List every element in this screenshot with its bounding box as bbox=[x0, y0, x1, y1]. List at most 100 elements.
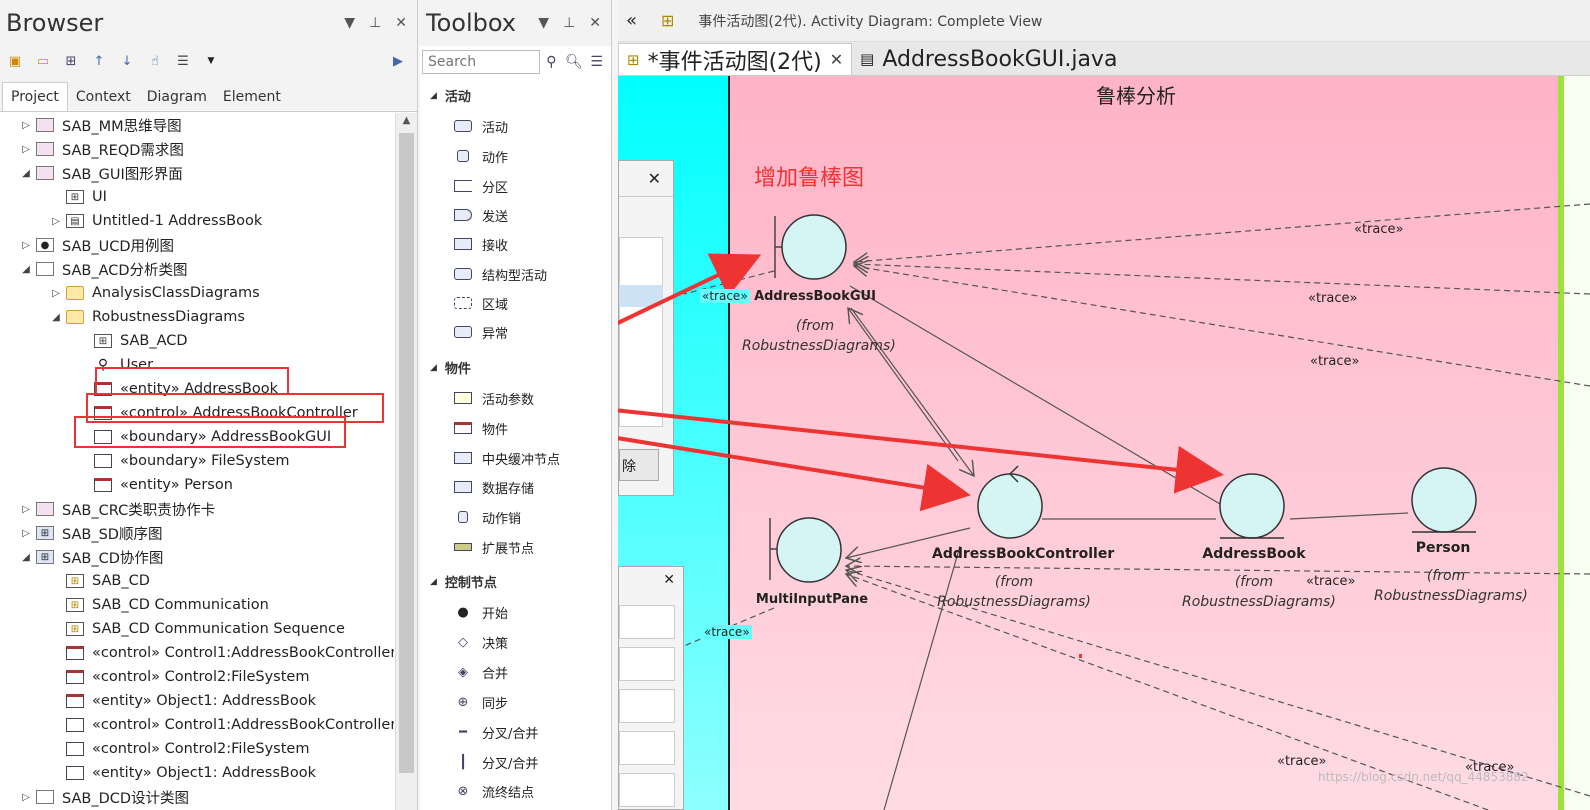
find-icon[interactable]: 🔍︎ bbox=[563, 54, 586, 70]
tree-scrollbar[interactable]: ▲ bbox=[395, 113, 417, 810]
tree-item[interactable]: ▷ SAB_REQD需求图 bbox=[20, 137, 184, 161]
toolbox-item[interactable]: 动作销 bbox=[454, 505, 521, 529]
expand-arrow-icon[interactable]: ▷ bbox=[20, 120, 32, 131]
toolbox-item[interactable]: 扩展节点 bbox=[454, 535, 534, 559]
tree-item[interactable]: ◢ RobustnessDiagrams bbox=[50, 305, 245, 329]
expand-arrow-icon[interactable]: ▷ bbox=[20, 240, 32, 251]
toolbox-item[interactable]: ⊕ 同步 bbox=[454, 690, 508, 714]
tree-item[interactable]: ◢ ⊞ SAB_CD协作图 bbox=[20, 545, 163, 569]
collapse-arrow-icon[interactable]: ◢ bbox=[20, 264, 32, 275]
expand-arrow-icon[interactable]: ▷ bbox=[20, 504, 32, 515]
tree-item[interactable]: ⊞ SAB_CD bbox=[50, 569, 150, 593]
tab-project[interactable]: Project bbox=[2, 82, 68, 111]
toolbox-item[interactable]: 接收 bbox=[454, 232, 508, 256]
toolbox-item[interactable]: 分区 bbox=[454, 174, 508, 198]
tree-item[interactable]: «control» Control1:AddressBookController bbox=[50, 713, 394, 737]
expand-right-icon[interactable]: ▶ bbox=[389, 52, 407, 70]
toolbox-item[interactable]: 活动参数 bbox=[454, 386, 534, 410]
toolbox-item[interactable]: ⊗ 流终结点 bbox=[454, 779, 534, 803]
element-name[interactable]: AddressBook bbox=[1202, 546, 1306, 562]
trace-label[interactable]: «trace» bbox=[1310, 354, 1359, 369]
pin-icon[interactable]: ⊥ bbox=[369, 15, 381, 31]
element-name[interactable]: AddressBookGUI bbox=[754, 289, 876, 304]
tree-item[interactable]: ◢ SAB_GUI图形界面 bbox=[20, 161, 183, 185]
double-chevron-left-icon[interactable]: « bbox=[626, 10, 637, 31]
trace-label[interactable]: «trace» bbox=[1277, 754, 1326, 769]
tree-item[interactable]: ▷ ▤ Untitled-1 AddressBook bbox=[50, 209, 262, 233]
toolbox-item[interactable]: ┃ 分叉/合并 bbox=[454, 750, 538, 774]
move-up-icon[interactable]: ↑ bbox=[90, 52, 108, 70]
toolbox-item[interactable]: 区域 bbox=[454, 291, 508, 315]
tree-item[interactable]: ⊞ SAB_ACD bbox=[78, 329, 188, 353]
toolbox-item[interactable]: ━ 分叉/合并 bbox=[454, 720, 538, 744]
toolbox-item[interactable]: 结构型活动 bbox=[454, 262, 547, 286]
tree-item[interactable]: ▷ ● SAB_UCD用例图 bbox=[20, 233, 174, 257]
expand-arrow-icon[interactable]: ▷ bbox=[50, 216, 62, 227]
tree-item[interactable]: ▷ ⊞ SAB_SD顺序图 bbox=[20, 521, 162, 545]
expand-arrow-icon[interactable]: ▷ bbox=[50, 288, 62, 299]
toolbox-section-activity[interactable]: ◢ 活动 bbox=[430, 86, 471, 105]
toolbox-item[interactable]: 中央缓冲节点 bbox=[454, 446, 560, 470]
tree-item[interactable]: ♀ User bbox=[78, 353, 153, 377]
element-name[interactable]: MultiInputPane bbox=[752, 592, 872, 607]
close-icon[interactable]: ✕ bbox=[589, 15, 601, 31]
locate-icon[interactable]: ☝ bbox=[146, 52, 164, 70]
toolbox-item[interactable]: 数据存储 bbox=[454, 475, 534, 499]
control-addressbookcontroller[interactable] bbox=[977, 465, 1043, 539]
folder-icon[interactable]: ▭ bbox=[34, 52, 52, 70]
toolbox-item[interactable]: ◈ 合并 bbox=[454, 660, 508, 684]
collapse-arrow-icon[interactable]: ◢ bbox=[20, 552, 32, 563]
new-package-icon[interactable]: ▣ bbox=[6, 52, 24, 70]
collapse-arrow-icon[interactable]: ◢ bbox=[20, 168, 32, 179]
tree-item[interactable]: ▷ AnalysisClassDiagrams bbox=[50, 281, 260, 305]
tree-item[interactable]: ⊞ SAB_CD Communication bbox=[50, 593, 269, 617]
tree-item[interactable]: ▷ SAB_CRC类职责协作卡 bbox=[20, 497, 215, 521]
tree-item[interactable]: «entity» Object1: AddressBook bbox=[50, 761, 316, 785]
expand-arrow-icon[interactable]: ▷ bbox=[20, 528, 32, 539]
tree-item[interactable]: ◢ SAB_ACD分析类图 bbox=[20, 257, 188, 281]
collapse-arrow-icon[interactable]: ◢ bbox=[430, 363, 437, 373]
scroll-up-icon[interactable]: ▲ bbox=[396, 115, 417, 126]
dropdown-icon[interactable]: ▼ bbox=[538, 15, 549, 31]
search-icon[interactable]: ⚲ bbox=[540, 54, 563, 70]
expand-arrow-icon[interactable]: ▷ bbox=[20, 792, 32, 803]
trace-label[interactable]: «trace» bbox=[1354, 222, 1403, 237]
tab-diagram[interactable]: Diagram bbox=[139, 83, 215, 111]
toolbox-item[interactable]: ◇ 决策 bbox=[454, 630, 508, 654]
expand-arrow-icon[interactable]: ▷ bbox=[20, 144, 32, 155]
move-down-icon[interactable]: ↓ bbox=[118, 52, 136, 70]
tab-context[interactable]: Context bbox=[68, 83, 139, 111]
toolbox-item[interactable]: 活动 bbox=[454, 114, 508, 138]
entity-addressbook[interactable] bbox=[1219, 473, 1285, 539]
tree-item[interactable]: «entity» Object1: AddressBook bbox=[50, 689, 316, 713]
close-icon[interactable]: ✕ bbox=[395, 15, 407, 31]
tree-item[interactable]: «entity» Person bbox=[78, 473, 233, 497]
boundary-addressbookgui[interactable] bbox=[774, 214, 847, 280]
close-tab-icon[interactable]: ✕ bbox=[830, 50, 843, 69]
trace-label[interactable]: «trace» bbox=[700, 289, 750, 303]
new-diagram-icon[interactable]: ⊞ bbox=[62, 52, 80, 70]
tab-java-file[interactable]: ▤ AddressBookGUI.java bbox=[852, 43, 1125, 75]
entity-person[interactable] bbox=[1411, 467, 1477, 533]
tree-item[interactable]: «entity» AddressBook bbox=[78, 377, 278, 401]
tree-item[interactable]: ⊞ UI bbox=[50, 185, 107, 209]
toolbox-item[interactable]: ● 开始 bbox=[454, 600, 508, 624]
tree-item[interactable]: ▷ SAB_MM思维导图 bbox=[20, 113, 182, 137]
tab-activity-diagram[interactable]: ⊞ *事件活动图(2代) ✕ bbox=[618, 43, 853, 75]
tree-item[interactable]: «control» Control1:AddressBookController bbox=[50, 641, 394, 665]
partition-title[interactable]: 鲁棒分析 bbox=[1096, 80, 1176, 109]
chevron-down-icon[interactable]: ▼ bbox=[202, 52, 220, 70]
collapse-arrow-icon[interactable]: ◢ bbox=[430, 91, 437, 101]
toolbox-item[interactable]: 动作 bbox=[454, 144, 508, 168]
trace-label[interactable]: «trace» bbox=[702, 625, 752, 639]
toolbox-item[interactable]: 异常 bbox=[454, 320, 508, 344]
collapse-arrow-icon[interactable]: ◢ bbox=[430, 577, 437, 587]
toolbox-item[interactable]: 发送 bbox=[454, 203, 508, 227]
tree-item[interactable]: «control» Control2:FileSystem bbox=[50, 737, 309, 761]
toolbox-section-object[interactable]: ◢ 物件 bbox=[430, 358, 471, 377]
trace-label[interactable]: «trace» bbox=[1308, 291, 1357, 306]
boundary-multiinputpane[interactable] bbox=[769, 517, 842, 583]
tree-item[interactable]: «control» AddressBookController bbox=[78, 401, 358, 425]
menu-icon[interactable]: ☰ bbox=[174, 52, 192, 70]
toolbox-section-control[interactable]: ◢ 控制节点 bbox=[430, 572, 497, 591]
